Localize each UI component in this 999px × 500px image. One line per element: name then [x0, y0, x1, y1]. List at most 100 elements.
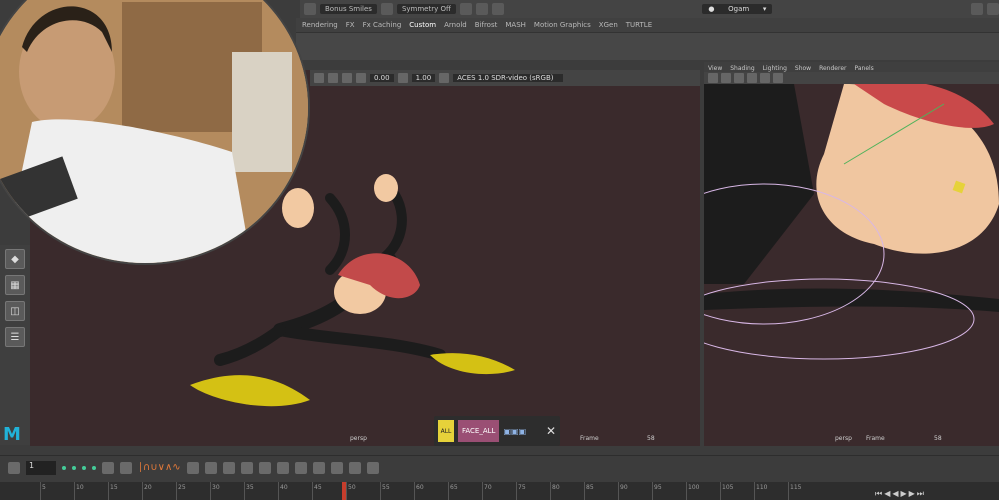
symmetry-field[interactable]: Symmetry Off: [396, 4, 456, 14]
bookmark-icon[interactable]: [312, 461, 325, 474]
timeline-tick-label: 100: [688, 484, 700, 491]
playblast-icon[interactable]: [222, 461, 235, 474]
select-all-button[interactable]: ALL: [438, 420, 454, 442]
close-icon[interactable]: ✕: [546, 424, 556, 438]
menu-show[interactable]: Show: [795, 65, 811, 72]
closeup-render: [704, 84, 999, 360]
timeline-tick-label: 95: [654, 484, 662, 491]
dope-sheet-icon[interactable]: [204, 461, 217, 474]
timeline-tick-label: 10: [76, 484, 84, 491]
texture-icon[interactable]: [760, 73, 770, 83]
menu-lighting[interactable]: Lighting: [763, 65, 787, 72]
menu-renderer[interactable]: Renderer: [819, 65, 846, 72]
timeline-tick: [414, 482, 415, 500]
timeline-tick: [652, 482, 653, 500]
view-transform-select[interactable]: ACES 1.0 SDR-video (sRGB): [453, 74, 564, 82]
shelf-tab-active[interactable]: Custom: [409, 21, 436, 29]
shelf-tab[interactable]: Fx Caching: [363, 21, 402, 29]
frame-label: Frame: [580, 435, 599, 442]
timeline-tick-label: 75: [518, 484, 526, 491]
tangent-icon[interactable]: [102, 461, 114, 474]
search-icon[interactable]: [366, 461, 379, 474]
toolbar-icon[interactable]: [304, 3, 316, 15]
camera-icon[interactable]: [314, 73, 324, 83]
timeline-tick: [482, 482, 483, 500]
shaded-icon[interactable]: [356, 73, 366, 83]
render-icon[interactable]: [459, 3, 472, 15]
heart-icon[interactable]: [348, 461, 361, 474]
maya-logo-icon: M: [3, 424, 21, 445]
toolbox: ◆ ▦ ◫ ☰: [0, 245, 30, 445]
face-all-button[interactable]: FACE_ALL: [458, 420, 500, 442]
camera-icon[interactable]: [708, 73, 718, 83]
toolbar-icon[interactable]: [380, 3, 393, 15]
shelf-tab[interactable]: XGen: [599, 21, 618, 29]
ghost-icon[interactable]: [240, 461, 253, 474]
key-dot-icon[interactable]: [82, 465, 86, 470]
pause-icon[interactable]: [491, 3, 504, 15]
status-field-1[interactable]: Bonus Smiles: [320, 4, 377, 14]
user-menu[interactable]: ● Ogam ▾: [702, 4, 773, 14]
menu-shading[interactable]: Shading: [730, 65, 754, 72]
menu-view[interactable]: View: [708, 65, 722, 72]
wireframe-icon[interactable]: [342, 73, 352, 83]
graph-editor-icon[interactable]: [186, 461, 199, 474]
key-dot-icon[interactable]: [72, 465, 76, 470]
key-reduce-icon[interactable]: [294, 461, 307, 474]
grid-icon[interactable]: [721, 73, 731, 83]
gamma-icon[interactable]: [397, 73, 408, 83]
light-icon[interactable]: [773, 73, 783, 83]
current-frame-field[interactable]: 1: [26, 460, 56, 475]
tangent-icon[interactable]: [120, 461, 132, 474]
shelf-tab[interactable]: Motion Graphics: [534, 21, 591, 29]
shelf-tab[interactable]: MASH: [505, 21, 526, 29]
timeline-tick-label: 90: [620, 484, 628, 491]
menu-panels[interactable]: Panels: [854, 65, 873, 72]
layout-icon[interactable]: ▦: [5, 275, 25, 295]
shaded-icon[interactable]: [747, 73, 757, 83]
key-dot-icon[interactable]: [92, 465, 96, 470]
timeline-tick: [210, 482, 211, 500]
key-dot-icon[interactable]: [62, 465, 66, 470]
shelf-tab[interactable]: Arnold: [444, 21, 467, 29]
settings-icon[interactable]: [987, 3, 999, 15]
settings-icon[interactable]: [971, 3, 984, 15]
timeline-tick: [40, 482, 41, 500]
timeline-tick-label: 40: [280, 484, 288, 491]
timeline-tick: [380, 482, 381, 500]
maya-window: Bonus Smiles Symmetry Off ● Ogam ▾ Rende…: [0, 0, 999, 500]
time-toolbar: 1 ∣∩∪∨∧∿: [0, 455, 999, 479]
curve-tools-icon[interactable]: ∣∩∪∨∧∿: [138, 462, 181, 473]
timeline-tick-label: 35: [246, 484, 254, 491]
exposure-field[interactable]: 0.00: [370, 74, 394, 82]
time-slider[interactable]: 5 10 15 20 25 30 35 40 45 50 55 60 65 70 75 80 85 90 95 100…: [0, 482, 999, 500]
motion-trail-icon[interactable]: [258, 461, 271, 474]
picker-layout-icon[interactable]: ▣▣▣: [503, 427, 526, 436]
playback-controls[interactable]: ⏮◀◀▶▶⏭: [875, 489, 926, 499]
side-viewport-toolbar: [704, 72, 999, 84]
color-space-icon[interactable]: [439, 73, 450, 83]
timeline-tick: [754, 482, 755, 500]
gamma-field[interactable]: 1.00: [411, 74, 436, 82]
layout-icon[interactable]: ◫: [5, 301, 25, 321]
outliner-icon[interactable]: ☰: [5, 327, 25, 347]
timeline-tick: [278, 482, 279, 500]
shelf-tab[interactable]: FX: [346, 21, 355, 29]
record-icon[interactable]: [330, 461, 343, 474]
timeline-tick-label: 65: [450, 484, 458, 491]
chevron-down-icon: ▾: [762, 5, 767, 13]
playhead[interactable]: [342, 482, 346, 500]
shelf-tab[interactable]: TURTLE: [626, 21, 652, 29]
shelf-tab[interactable]: Rendering: [302, 21, 338, 29]
grid-icon[interactable]: [328, 73, 338, 83]
timeline-tick-label: 50: [348, 484, 356, 491]
side-viewport[interactable]: [704, 84, 999, 446]
timeline-tick-label: 60: [416, 484, 424, 491]
timeline-tick: [516, 482, 517, 500]
key-icon[interactable]: [8, 461, 20, 474]
render-icon[interactable]: [475, 3, 488, 15]
shelf-tab[interactable]: Bifrost: [475, 21, 498, 29]
wireframe-icon[interactable]: [734, 73, 744, 83]
select-tool-icon[interactable]: ◆: [5, 249, 25, 269]
tween-icon[interactable]: [276, 461, 289, 474]
